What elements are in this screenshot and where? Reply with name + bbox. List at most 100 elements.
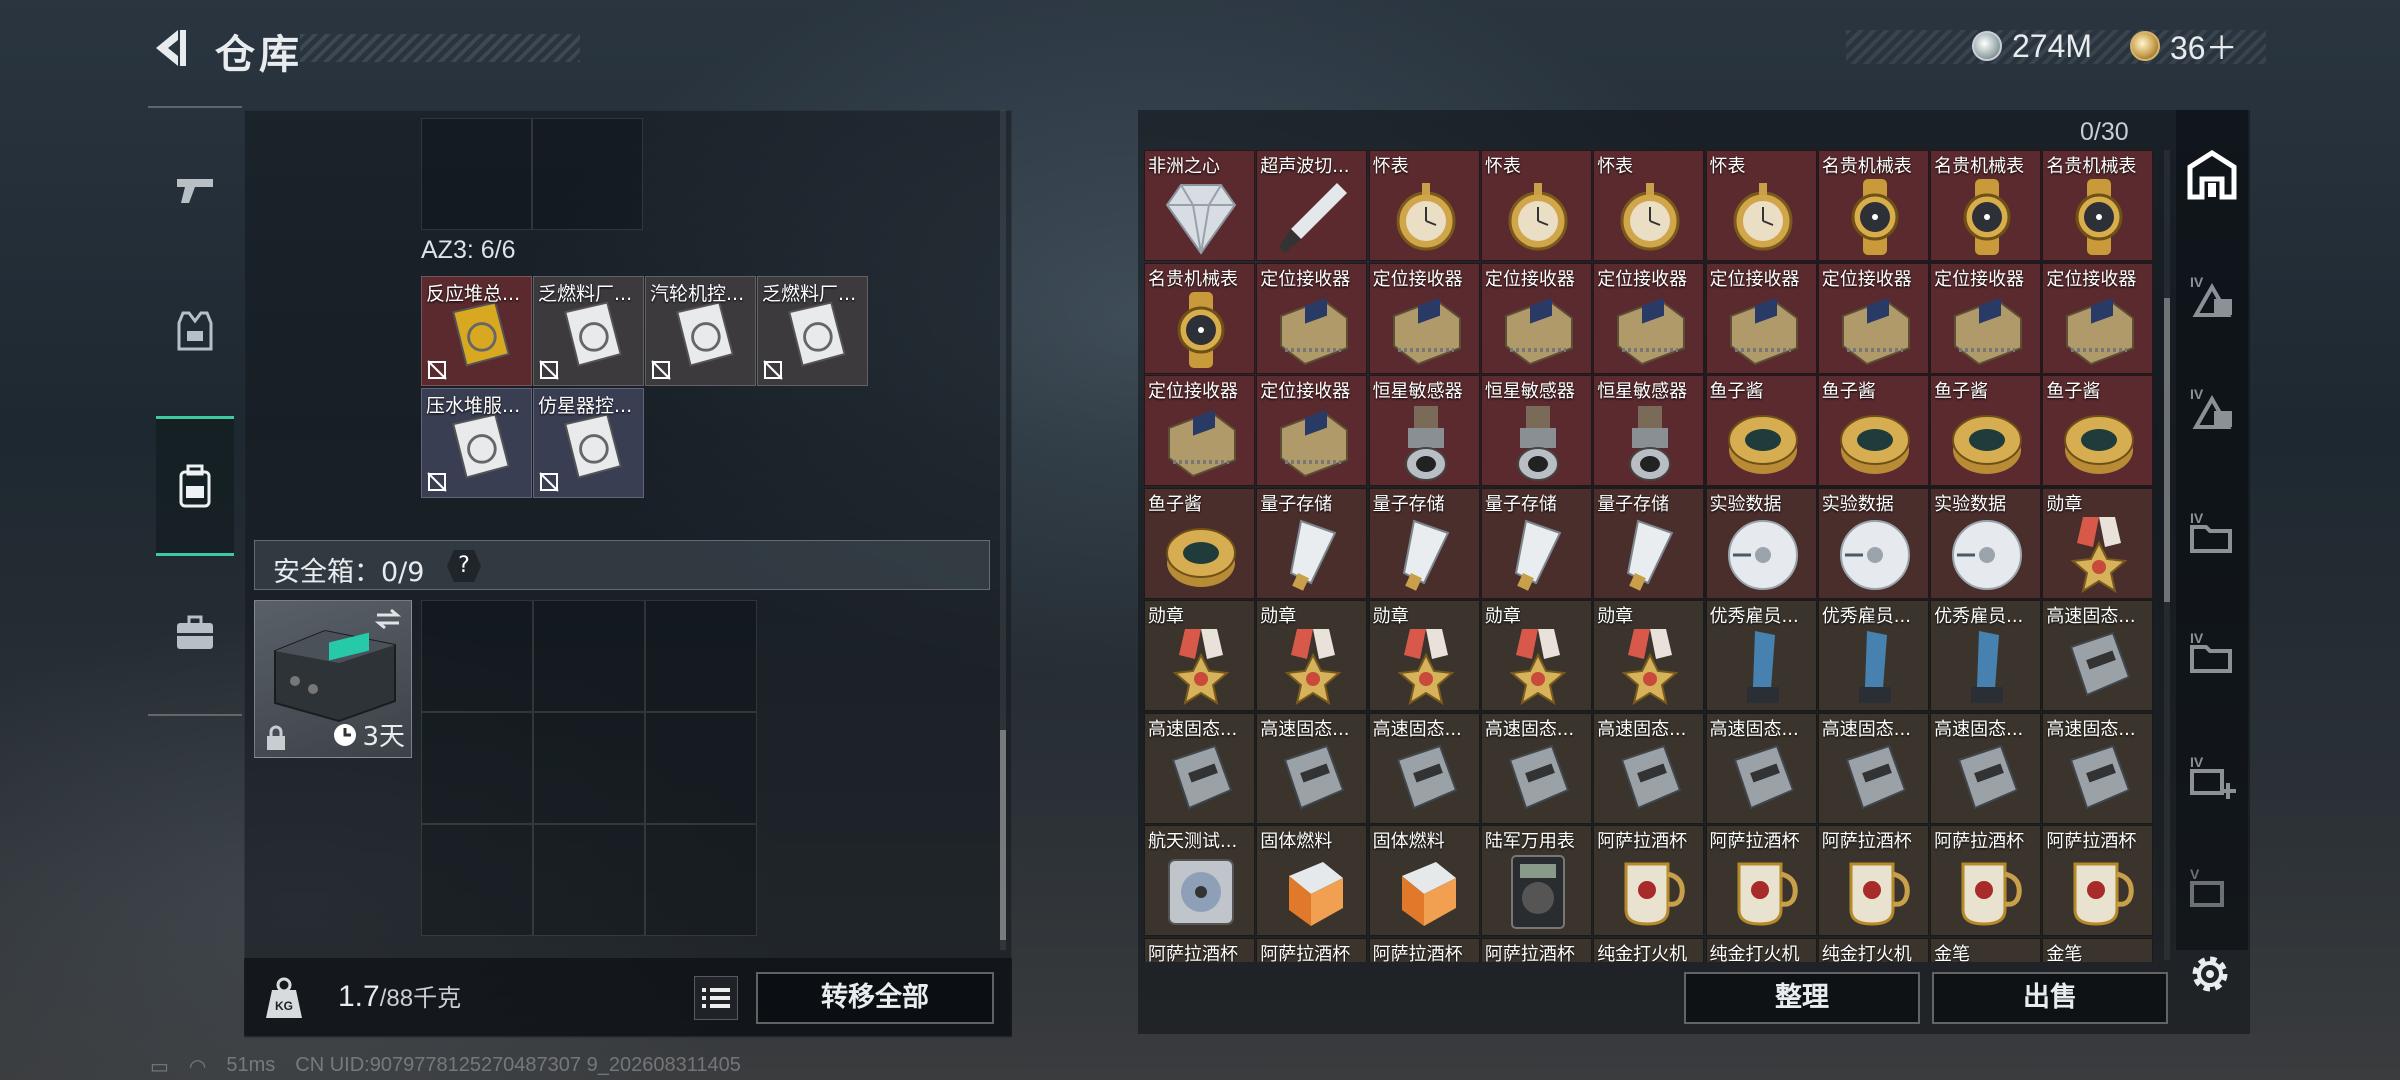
stash-item[interactable]: 怀表 [1593,150,1705,261]
safe-box-slot[interactable] [421,712,533,824]
stash-item[interactable]: 定位接收器 [1256,375,1368,486]
stash-item[interactable]: 鱼子酱 [1930,375,2042,486]
container-item[interactable]: 汽轮机控... [645,276,756,386]
stash-item[interactable]: 怀表 [1705,150,1817,261]
stash-item[interactable]: 怀表 [1480,150,1592,261]
stash-item[interactable]: 阿萨拉酒杯 [1593,825,1705,936]
stash-item[interactable]: 超声波切... [1256,150,1368,261]
stash-item[interactable]: 量子存储 [1256,487,1368,599]
stash-item[interactable]: 定位接收器 [1480,262,1592,374]
stash-item[interactable]: 勋章 [2042,487,2154,599]
safe-box-item[interactable]: 3天 [254,600,412,758]
stash-item[interactable]: 非洲之心 [1144,150,1255,261]
stash-item[interactable]: 优秀雇员... [1705,600,1817,711]
safe-box-slot[interactable] [645,824,757,936]
stash-item[interactable]: 高速固态... [1817,712,1929,824]
stash-item[interactable]: 定位接收器 [1593,262,1705,374]
settings-gear-icon[interactable] [2186,950,2234,998]
stash-item[interactable]: 金笔 [1930,937,2042,962]
nav-weapon[interactable] [160,144,230,234]
backpack-scrollbar[interactable] [1000,110,1006,950]
silver-currency[interactable]: 274M [1972,26,2092,66]
stash-item[interactable]: 高速固态... [1256,712,1368,824]
safe-box-slot[interactable] [645,712,757,824]
stash-item[interactable]: 阿萨拉酒杯 [1817,825,1929,936]
stash-item[interactable]: 纯金打火机 [1593,937,1705,962]
stash-item[interactable]: 高速固态... [1930,712,2042,824]
stash-item[interactable]: 勋章 [1368,600,1480,711]
stash-item[interactable]: 实验数据 [1705,487,1817,599]
stash-item[interactable]: 恒星敏感器 [1480,375,1592,486]
stash-item[interactable]: 名贵机械表 [1817,150,1929,261]
stash-item[interactable]: 阿萨拉酒杯 [1930,825,2042,936]
stash-item[interactable]: 金笔 [2042,937,2154,962]
stash-item[interactable]: 固体燃料 [1368,825,1480,936]
stash-item[interactable]: 阿萨拉酒杯 [1256,937,1368,962]
stash-page-iv-4[interactable]: IV [2184,616,2240,686]
stash-item[interactable]: 固体燃料 [1256,825,1368,936]
stash-item[interactable]: 定位接收器 [1930,262,2042,374]
stash-item[interactable]: 阿萨拉酒杯 [1705,825,1817,936]
stash-item[interactable]: 名贵机械表 [2042,150,2154,261]
back-button[interactable] [148,26,192,70]
stash-item[interactable]: 实验数据 [1817,487,1929,599]
backpack-scroll-thumb[interactable] [1000,730,1006,940]
stash-item[interactable]: 纯金打火机 [1705,937,1817,962]
stash-item[interactable]: 鱼子酱 [1144,487,1255,599]
safe-box-slot[interactable] [533,600,645,712]
container-item[interactable]: 反应堆总... [421,276,532,386]
stash-scroll-thumb[interactable] [2164,298,2170,602]
stash-item[interactable]: 阿萨拉酒杯 [1144,937,1255,962]
stash-item[interactable]: 怀表 [1368,150,1480,261]
stash-item[interactable]: 纯金打火机 [1817,937,1929,962]
stash-item[interactable]: 阿萨拉酒杯 [2042,825,2154,936]
stash-item[interactable]: 勋章 [1593,600,1705,711]
list-view-button[interactable] [694,976,738,1020]
safe-box-slot[interactable] [421,600,533,712]
help-button[interactable]: ? [447,550,481,582]
stash-item[interactable]: 勋章 [1144,600,1255,711]
stash-item[interactable]: 阿萨拉酒杯 [1368,937,1480,962]
nav-armor[interactable] [160,286,230,376]
container-slot[interactable] [532,118,643,230]
stash-item[interactable]: 优秀雇员... [1930,600,2042,711]
stash-item[interactable]: 高速固态... [1593,712,1705,824]
stash-item[interactable]: 陆军万用表 [1480,825,1592,936]
container-item[interactable]: 仿星器控... [533,388,644,498]
stash-item[interactable]: 名贵机械表 [1144,262,1255,374]
stash-item[interactable]: 鱼子酱 [1817,375,1929,486]
stash-item[interactable]: 定位接收器 [1256,262,1368,374]
stash-item[interactable]: 高速固态... [1144,712,1255,824]
stash-item[interactable]: 高速固态... [1368,712,1480,824]
stash-item[interactable]: 定位接收器 [1817,262,1929,374]
stash-item[interactable]: 名贵机械表 [1930,150,2042,261]
sort-button[interactable]: 整理 [1684,972,1920,1024]
stash-item[interactable]: 鱼子酱 [2042,375,2154,486]
stash-item[interactable]: 勋章 [1256,600,1368,711]
container-item[interactable]: 乏燃料厂... [757,276,868,386]
nav-case[interactable] [160,588,230,678]
sell-button[interactable]: 出售 [1932,972,2168,1024]
stash-item[interactable]: 恒星敏感器 [1368,375,1480,486]
safe-box-slot[interactable] [421,824,533,936]
stash-page-iv-1[interactable]: IV [2184,260,2240,330]
safe-box-slot[interactable] [645,600,757,712]
container-item[interactable]: 压水堆服... [421,388,532,498]
stash-item[interactable]: 量子存储 [1368,487,1480,599]
gold-currency[interactable]: 36＋ [2130,26,2238,66]
safe-box-slot[interactable] [533,712,645,824]
stash-item[interactable]: 高速固态... [1480,712,1592,824]
stash-page-iv-2[interactable]: IV [2184,372,2240,442]
stash-page-main[interactable] [2184,140,2240,210]
stash-item[interactable]: 定位接收器 [2042,262,2154,374]
stash-scrollbar[interactable] [2164,150,2170,960]
stash-item[interactable]: 定位接收器 [1144,375,1255,486]
container-item[interactable]: 乏燃料厂... [533,276,644,386]
stash-page-iv-3[interactable]: IV [2184,496,2240,566]
stash-item[interactable]: 恒星敏感器 [1593,375,1705,486]
stash-item[interactable]: 高速固态... [2042,712,2154,824]
stash-item[interactable]: 高速固态... [1705,712,1817,824]
safe-box-slot[interactable] [533,824,645,936]
stash-item[interactable]: 优秀雇员... [1817,600,1929,711]
stash-page-iv-add[interactable]: IV [2184,740,2240,810]
